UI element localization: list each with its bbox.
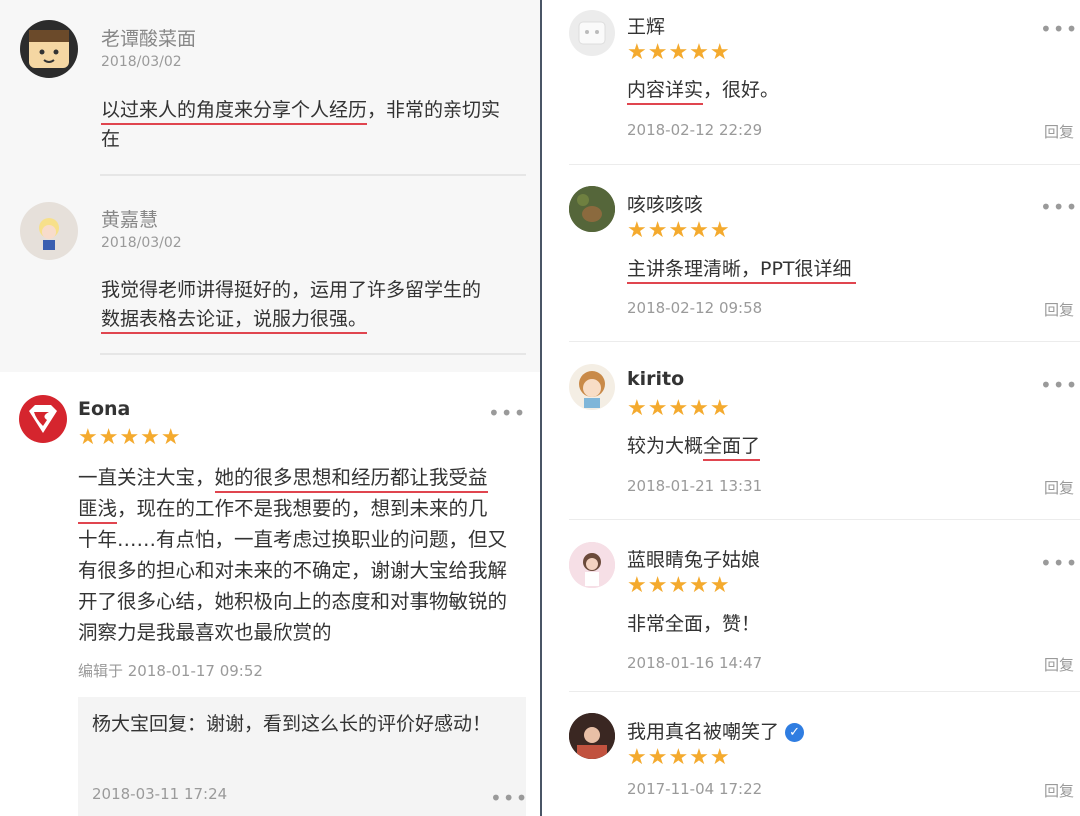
star-rating: ★★★★★ xyxy=(627,745,731,770)
avatar[interactable] xyxy=(20,202,78,260)
star-rating: ★★★★★ xyxy=(627,40,731,65)
reviewer-name[interactable]: 咳咳咳咳 xyxy=(627,190,703,217)
comment-line: 我觉得老师讲得挺好的，运用了许多留学生的 xyxy=(101,279,482,301)
review-text: 主讲条理清晰，PPT很详细 xyxy=(627,255,856,284)
more-options-icon[interactable]: ••• xyxy=(488,403,526,423)
avatar[interactable] xyxy=(569,186,615,232)
reviewer-name-text: 我用真名被嘲笑了 xyxy=(627,721,780,743)
review-text-part: 较为大概 xyxy=(627,435,704,457)
anime-boy-icon xyxy=(579,371,605,408)
divider xyxy=(100,353,526,355)
girl-photo-icon xyxy=(569,542,615,588)
underlined-text: 全面了 xyxy=(703,435,761,461)
reply-text: 杨大宝回复：谢谢，看到这么长的评价好感动！ xyxy=(92,713,492,735)
cartoon-face-icon xyxy=(29,30,69,68)
more-options-icon[interactable]: ••• xyxy=(1040,553,1078,573)
underlined-text: 她的很多思想和经历都让我受益 xyxy=(214,466,488,493)
review-text-part: 一直关注大宝， xyxy=(78,466,215,489)
reviewer-name[interactable]: 我用真名被嘲笑了 ✓ xyxy=(627,717,805,744)
avatar[interactable] xyxy=(569,713,615,759)
divider xyxy=(569,691,1080,692)
review-text: 一直关注大宝，她的很多思想和经历都让我受益匪浅，现在的工作不是我想要的，想到未来… xyxy=(78,462,518,648)
reviewer-name[interactable]: Eona xyxy=(78,398,130,420)
avatar[interactable] xyxy=(569,364,615,410)
reviewer-name[interactable]: 蓝眼睛兔子姑娘 xyxy=(627,545,760,572)
reply-button[interactable]: 回复 xyxy=(1044,477,1074,498)
review-text-part: ，很好。 xyxy=(703,79,780,101)
more-options-icon[interactable]: ••• xyxy=(490,788,528,808)
right-panel: 王辉 ••• ★★★★★ 内容详实，很好。 2018-02-12 22:29 回… xyxy=(542,0,1080,816)
review-timestamp: 2018-01-16 14:47 xyxy=(627,654,763,672)
default-avatar-icon xyxy=(578,21,606,45)
commenter-name[interactable]: 老谭酸菜面 xyxy=(101,24,196,51)
comment-section: 老谭酸菜面 2018/03/02 以过来人的角度来分享个人经历，非常的亲切实在 … xyxy=(0,0,540,372)
review-text: 非常全面，赞！ xyxy=(627,613,761,635)
more-options-icon[interactable]: ••• xyxy=(1040,197,1078,217)
review-timestamp: 2017-11-04 17:22 xyxy=(627,780,763,798)
review-text: 内容详实，很好。 xyxy=(627,76,779,105)
review-timestamp: 2018-01-21 13:31 xyxy=(627,477,763,495)
review-timestamp: 2018-02-12 22:29 xyxy=(627,121,763,139)
commenter-name[interactable]: 黄嘉慧 xyxy=(101,205,158,232)
review-text: 较为大概全面了 xyxy=(627,432,761,461)
more-options-icon[interactable]: ••• xyxy=(1040,375,1078,395)
comment-text: 我觉得老师讲得挺好的，运用了许多留学生的 数据表格去论证，说服力很强。 xyxy=(101,276,521,334)
comment-date: 2018/03/02 xyxy=(101,235,182,251)
avatar[interactable] xyxy=(569,10,615,56)
underlined-text: 数据表格去论证，说服力很强。 xyxy=(101,308,368,334)
portrait-photo-icon xyxy=(569,713,615,759)
reply-button[interactable]: 回复 xyxy=(1044,780,1074,801)
more-options-icon[interactable]: ••• xyxy=(1040,19,1078,39)
underlined-text: 以过来人的角度来分享个人经历 xyxy=(101,99,368,125)
author-reply: 杨大宝回复：谢谢，看到这么长的评价好感动！ 2018-03-11 17:24 •… xyxy=(78,697,528,816)
avatar[interactable] xyxy=(20,20,78,78)
reviewer-name[interactable]: kirito xyxy=(627,368,684,390)
reply-button[interactable]: 回复 xyxy=(1044,299,1074,320)
underlined-text: 主讲条理清晰，PPT很详细 xyxy=(627,258,856,284)
underlined-text: 内容详实 xyxy=(627,79,704,105)
review-text-part: 十年……有点怕，一直考虑过换职业的问题，但又有很多的担心和对未来的不确定，谢谢大… xyxy=(78,528,508,644)
left-panel: 老谭酸菜面 2018/03/02 以过来人的角度来分享个人经历，非常的亲切实在 … xyxy=(0,0,540,816)
divider xyxy=(569,519,1080,520)
review-timestamp: 2018-02-12 09:58 xyxy=(627,299,763,317)
reviewer-name[interactable]: 王辉 xyxy=(627,12,665,39)
star-rating: ★★★★★ xyxy=(627,218,731,243)
anime-girl-icon xyxy=(39,218,59,250)
divider xyxy=(569,164,1080,165)
reply-timestamp: 2018-03-11 17:24 xyxy=(92,785,228,803)
check-badge-icon: ✓ xyxy=(785,723,805,742)
avatar[interactable] xyxy=(19,395,67,443)
star-rating: ★★★★★ xyxy=(78,425,182,450)
star-rating: ★★★★★ xyxy=(627,573,731,598)
edited-timestamp: 编辑于 2018-01-17 09:52 xyxy=(78,662,263,680)
reply-button[interactable]: 回复 xyxy=(1044,654,1074,675)
divider xyxy=(100,174,526,176)
comment-text: 以过来人的角度来分享个人经历，非常的亲切实在 xyxy=(101,96,511,154)
reply-button[interactable]: 回复 xyxy=(1044,121,1074,142)
superman-logo-icon xyxy=(29,405,57,433)
star-rating: ★★★★★ xyxy=(627,396,731,421)
review-text-part: ，现在的工作不是我想要的，想到未来的几 xyxy=(117,497,488,520)
avatar[interactable] xyxy=(569,542,615,588)
comment-date: 2018/03/02 xyxy=(101,54,182,70)
nature-photo-icon xyxy=(569,186,615,232)
underlined-text: 匪浅 xyxy=(78,497,118,524)
divider xyxy=(569,341,1080,342)
